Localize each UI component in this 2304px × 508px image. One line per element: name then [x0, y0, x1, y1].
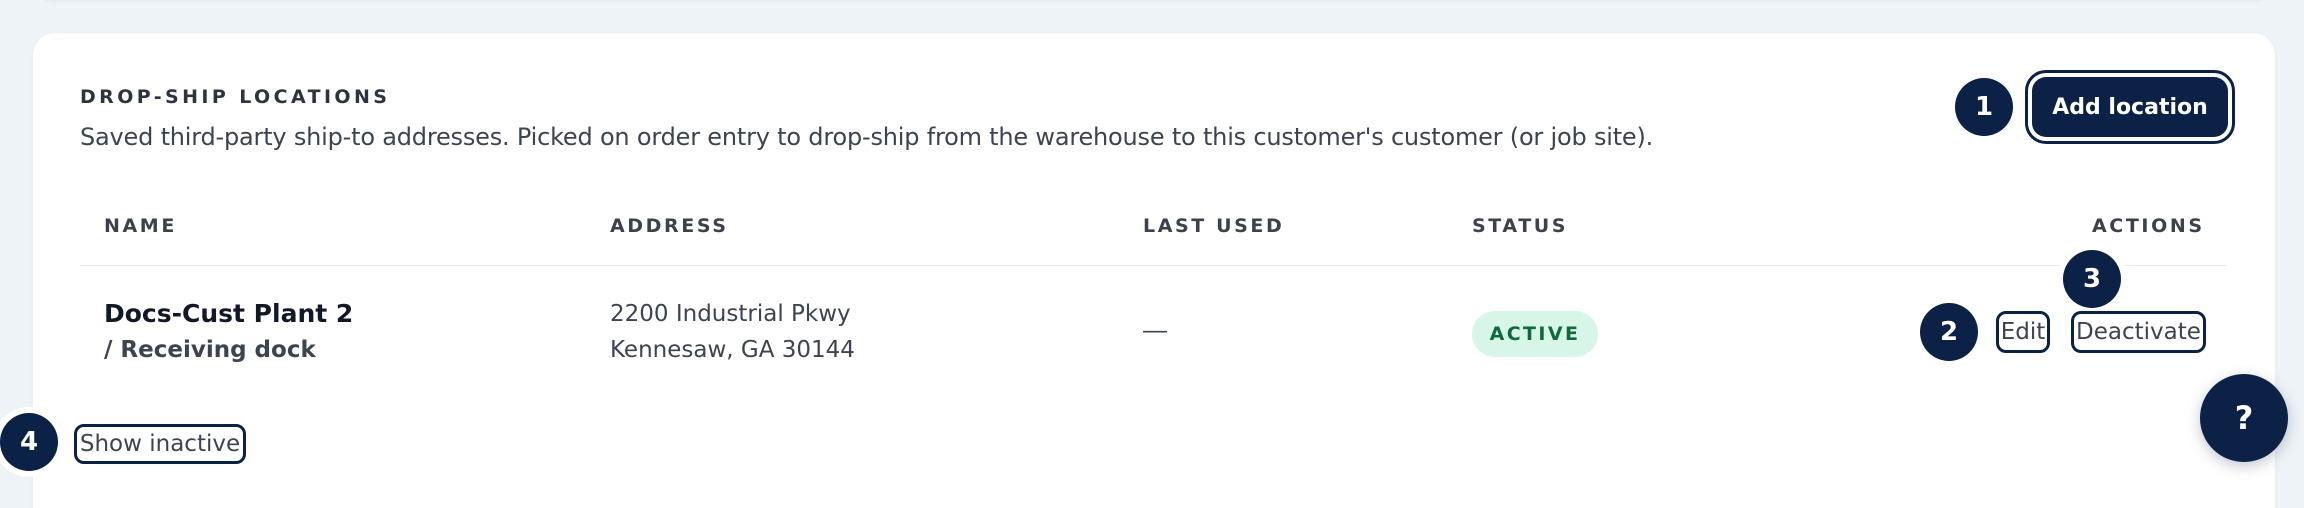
column-header-actions: ACTIONS	[2092, 215, 2205, 237]
section-description: Saved third-party ship-to addresses. Pic…	[80, 123, 1654, 151]
address-line-1: 2200 Industrial Pkwy	[610, 301, 851, 327]
help-button[interactable]: ?	[2200, 374, 2288, 462]
annotation-badge-1: 1	[1955, 78, 2013, 136]
show-inactive-button[interactable]: Show inactive	[74, 424, 246, 464]
section-title: DROP-SHIP LOCATIONS	[80, 86, 391, 108]
column-header-name: NAME	[104, 215, 177, 237]
location-name-detail: / Receiving dock	[104, 337, 316, 363]
status-badge: ACTIVE	[1472, 311, 1598, 357]
column-header-status: STATUS	[1472, 215, 1569, 237]
deactivate-button[interactable]: Deactivate	[2071, 311, 2206, 353]
annotation-badge-3: 3	[2063, 250, 2121, 308]
annotation-badge-2: 2	[1920, 303, 1978, 361]
column-header-address: ADDRESS	[610, 215, 729, 237]
annotation-badge-4: 4	[0, 413, 58, 471]
column-header-last-used: LAST USED	[1143, 215, 1285, 237]
location-name: Docs-Cust Plant 2	[104, 299, 354, 328]
table-header-divider	[80, 265, 2226, 266]
edit-button[interactable]: Edit	[1996, 311, 2050, 353]
last-used-value: —	[1143, 317, 1167, 344]
add-location-button[interactable]: Add location	[2025, 70, 2235, 144]
address-line-2: Kennesaw, GA 30144	[610, 337, 855, 363]
